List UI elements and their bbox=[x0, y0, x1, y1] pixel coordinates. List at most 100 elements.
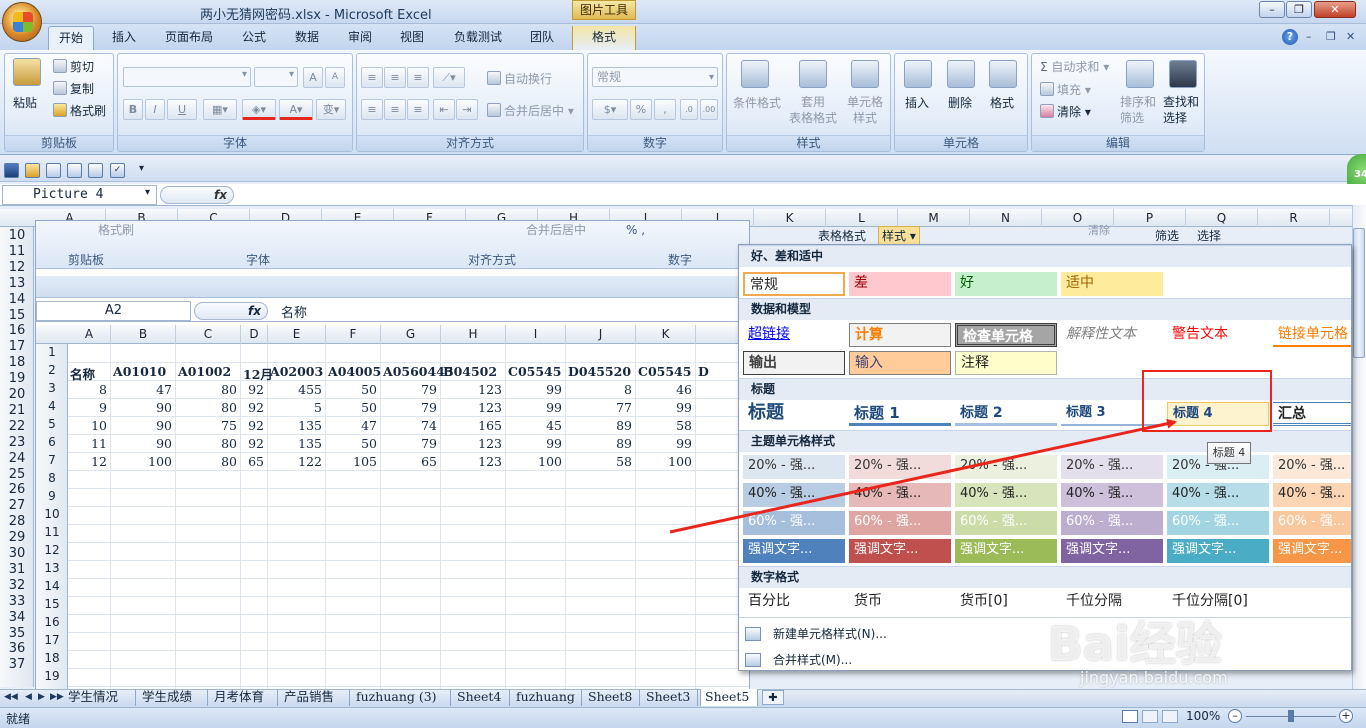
row-header[interactable]: 17 bbox=[0, 339, 34, 354]
style-heading-2[interactable]: 标题 2 bbox=[955, 402, 1057, 426]
sheet-tab[interactable]: fuzhuang (3) bbox=[352, 689, 451, 706]
style-accent-20-3[interactable]: 20% - 强... bbox=[955, 455, 1057, 479]
column-header[interactable]: K bbox=[754, 209, 826, 227]
style-accent-2[interactable]: 强调文字... bbox=[849, 539, 951, 563]
style-linked-cell[interactable]: 链接单元格 bbox=[1273, 323, 1351, 347]
style-hyperlink[interactable]: 超链接 bbox=[743, 323, 845, 347]
column-header[interactable]: P bbox=[1114, 209, 1186, 227]
row-header[interactable]: 24 bbox=[0, 451, 34, 466]
tab-formulas[interactable]: 公式 bbox=[232, 26, 276, 50]
align-right-button[interactable]: ≡ bbox=[407, 99, 429, 120]
spelling-icon[interactable]: ✓ bbox=[110, 163, 125, 178]
number-format-combo[interactable]: 常规 bbox=[592, 67, 718, 87]
font-size-combo[interactable] bbox=[254, 67, 298, 87]
print-icon[interactable] bbox=[46, 163, 61, 178]
format-as-table-button[interactable]: 套用 表格格式 bbox=[785, 94, 841, 126]
row-header[interactable]: 25 bbox=[0, 467, 34, 482]
row-header[interactable]: 37 bbox=[0, 657, 34, 672]
phonetic-button[interactable]: 变▾ bbox=[316, 99, 346, 120]
next-sheet-icon[interactable]: ▶ bbox=[38, 692, 45, 702]
sheet-tab[interactable]: 学生情况 bbox=[64, 689, 136, 706]
style-note[interactable]: 注释 bbox=[955, 351, 1057, 375]
insert-cells-button[interactable]: 插入 bbox=[905, 94, 929, 111]
style-total[interactable]: 汇总 bbox=[1273, 402, 1351, 426]
cut-button[interactable]: 剪切 bbox=[53, 58, 94, 75]
customize-qat-icon[interactable]: ▾ bbox=[139, 163, 144, 174]
style-warning[interactable]: 警告文本 bbox=[1167, 323, 1269, 347]
row-header[interactable]: 30 bbox=[0, 546, 34, 561]
row-header[interactable]: 15 bbox=[0, 308, 34, 323]
sheet-tab[interactable]: fuzhuang bbox=[512, 689, 582, 706]
style-accent-60-3[interactable]: 60% - 强... bbox=[955, 511, 1057, 535]
style-accent-60-4[interactable]: 60% - 强... bbox=[1061, 511, 1163, 535]
style-explanatory[interactable]: 解释性文本 bbox=[1061, 323, 1163, 347]
style-currency-0[interactable]: 货币[0] bbox=[955, 590, 1057, 614]
column-header[interactable]: L bbox=[826, 209, 898, 227]
first-sheet-icon[interactable]: ◀◀ bbox=[4, 692, 18, 702]
format-painter-button[interactable]: 格式刷 bbox=[53, 102, 106, 119]
column-header[interactable]: N bbox=[970, 209, 1042, 227]
row-header[interactable]: 32 bbox=[0, 578, 34, 593]
style-accent-4[interactable]: 强调文字... bbox=[1061, 539, 1163, 563]
style-accent-60-5[interactable]: 60% - 强... bbox=[1167, 511, 1269, 535]
sheet-tab[interactable]: Sheet5 bbox=[700, 689, 758, 706]
grow-font-button[interactable]: A bbox=[303, 67, 323, 88]
percent-button[interactable]: % bbox=[630, 99, 652, 120]
close-button[interactable]: ✕ bbox=[1314, 1, 1356, 18]
zoom-slider-thumb[interactable] bbox=[1288, 710, 1294, 722]
style-accent-40-4[interactable]: 40% - 强... bbox=[1061, 483, 1163, 507]
increase-decimal-button[interactable]: .0 bbox=[680, 99, 698, 120]
cell-styles-button[interactable]: 单元格 样式 bbox=[843, 94, 887, 126]
row-header[interactable]: 16 bbox=[0, 323, 34, 338]
paste-button[interactable]: 粘贴 bbox=[13, 94, 37, 111]
underline-button[interactable]: U bbox=[167, 99, 197, 120]
page-setup-icon[interactable] bbox=[88, 163, 103, 178]
print-preview-icon[interactable] bbox=[67, 163, 82, 178]
style-accent-5[interactable]: 强调文字... bbox=[1167, 539, 1269, 563]
insert-function-button[interactable]: fx bbox=[160, 186, 234, 204]
style-accent-40-5[interactable]: 40% - 强... bbox=[1167, 483, 1269, 507]
style-accent-40-3[interactable]: 40% - 强... bbox=[955, 483, 1057, 507]
tab-page-layout[interactable]: 页面布局 bbox=[155, 26, 223, 50]
orientation-button[interactable]: ⟋▾ bbox=[433, 67, 465, 88]
style-calculation[interactable]: 计算 bbox=[849, 323, 951, 347]
zoom-level[interactable]: 100% bbox=[1186, 709, 1220, 723]
row-header[interactable]: 27 bbox=[0, 498, 34, 513]
find-select-button[interactable]: 查找和 选择 bbox=[1163, 94, 1199, 126]
open-icon[interactable] bbox=[25, 163, 40, 178]
row-header[interactable]: 29 bbox=[0, 530, 34, 545]
row-header[interactable]: 21 bbox=[0, 403, 34, 418]
style-accent-40-1[interactable]: 40% - 强... bbox=[743, 483, 845, 507]
align-left-button[interactable]: ≡ bbox=[361, 99, 383, 120]
tab-view[interactable]: 视图 bbox=[390, 26, 434, 50]
row-header[interactable]: 11 bbox=[0, 244, 34, 259]
sheet-tab[interactable]: 月考体育 bbox=[210, 689, 278, 706]
tab-load-test[interactable]: 负载测试 bbox=[444, 26, 512, 50]
align-top-button[interactable]: ≡ bbox=[361, 67, 383, 88]
row-header[interactable]: 35 bbox=[0, 626, 34, 641]
font-name-combo[interactable] bbox=[123, 67, 251, 87]
clear-button[interactable]: 清除 ▾ bbox=[1040, 103, 1091, 120]
style-accent-20-6[interactable]: 20% - 强... bbox=[1273, 455, 1351, 479]
name-box[interactable]: Picture 4 bbox=[2, 185, 157, 205]
sheet-tab[interactable]: 学生成绩 bbox=[138, 689, 208, 706]
zoom-out-icon[interactable]: – bbox=[1228, 709, 1242, 723]
tab-insert[interactable]: 插入 bbox=[102, 26, 146, 50]
sheet-tab[interactable]: Sheet8 bbox=[584, 689, 640, 706]
embedded-picture[interactable]: 剪贴板 字体 对齐方式 数字 格式刷 合并后居中 % , A2 fx 名称 AB… bbox=[35, 220, 750, 690]
style-neutral[interactable]: 适中 bbox=[1061, 272, 1163, 296]
tab-review[interactable]: 审阅 bbox=[338, 26, 382, 50]
minimize-button[interactable]: – bbox=[1259, 1, 1285, 18]
style-accent-60-6[interactable]: 60% - 强... bbox=[1273, 511, 1351, 535]
name-box-dropdown-icon[interactable]: ▾ bbox=[145, 187, 150, 198]
bold-button[interactable]: B bbox=[123, 99, 143, 120]
style-accent-20-2[interactable]: 20% - 强... bbox=[849, 455, 951, 479]
style-output[interactable]: 输出 bbox=[743, 351, 845, 375]
row-header[interactable]: 14 bbox=[0, 292, 34, 307]
style-accent-20-4[interactable]: 20% - 强... bbox=[1061, 455, 1163, 479]
tab-home[interactable]: 开始 bbox=[48, 26, 95, 50]
style-accent-6[interactable]: 强调文字... bbox=[1273, 539, 1351, 563]
row-header[interactable]: 22 bbox=[0, 419, 34, 434]
style-good[interactable]: 好 bbox=[955, 272, 1057, 296]
format-cells-button[interactable]: 格式 bbox=[990, 94, 1014, 111]
